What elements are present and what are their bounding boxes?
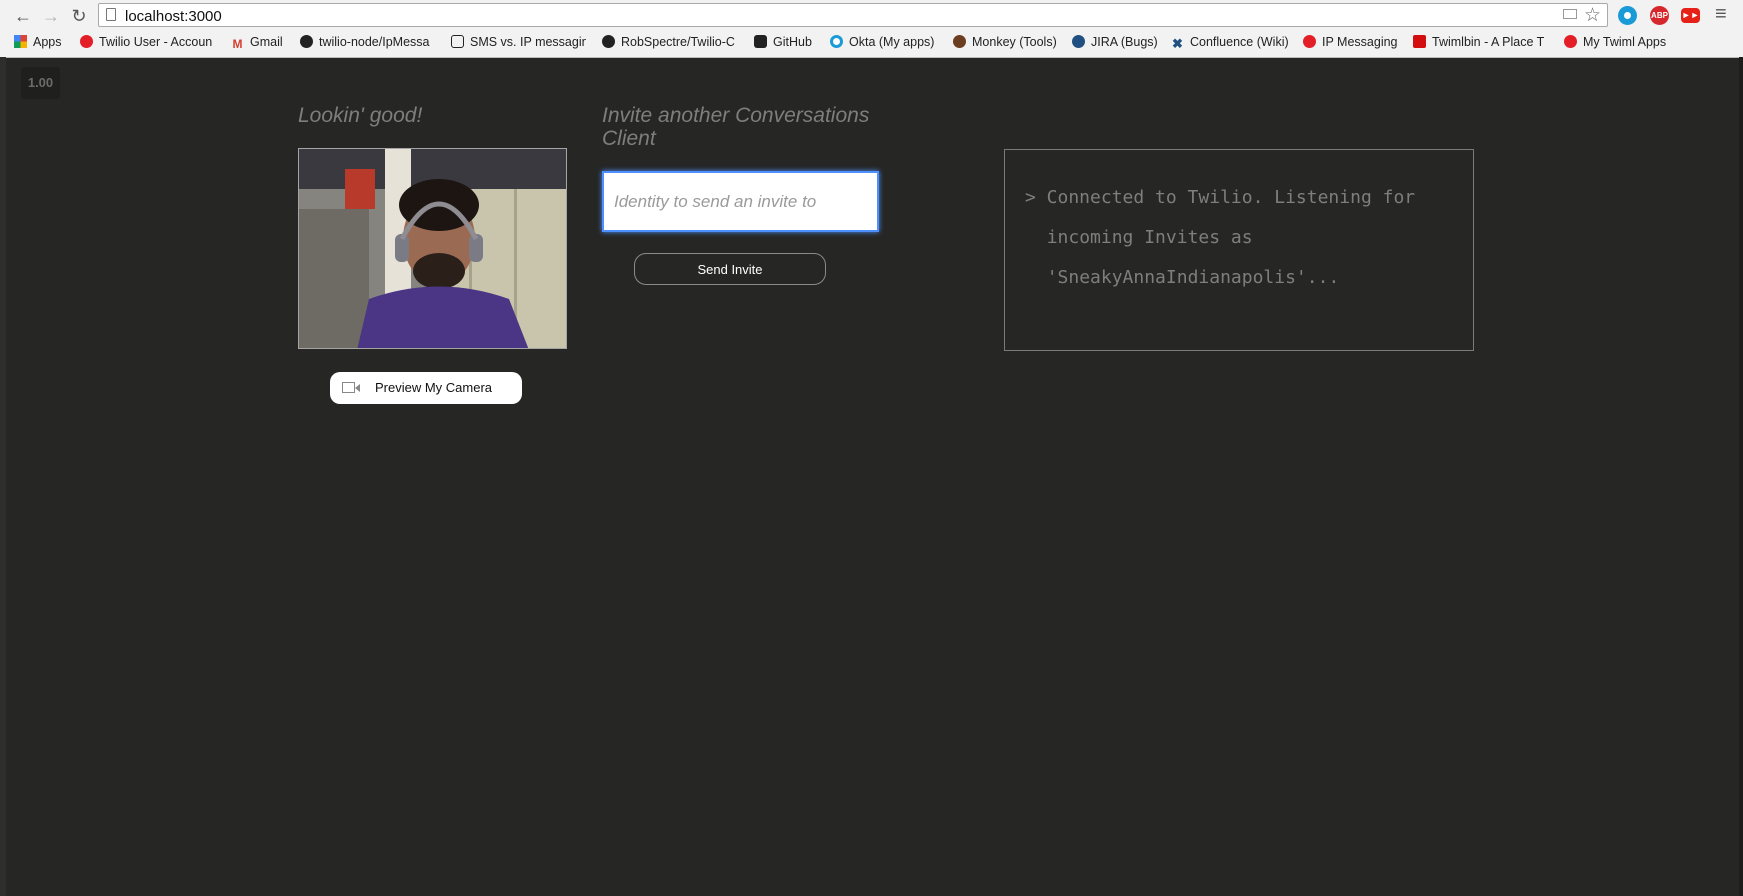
- twimlbin-icon: [1413, 35, 1426, 48]
- bookmark-star-icon[interactable]: ☆: [1584, 4, 1601, 27]
- video-camera-icon: [342, 382, 360, 393]
- page-icon: [451, 35, 464, 48]
- adblock-plus-icon[interactable]: ABP: [1650, 6, 1669, 25]
- forward-arrow-icon[interactable]: →: [40, 5, 62, 27]
- send-invite-button[interactable]: Send Invite: [634, 253, 826, 285]
- confluence-icon: ✖: [1172, 36, 1183, 51]
- local-video-preview: [298, 148, 567, 349]
- back-arrow-icon[interactable]: ←: [12, 5, 34, 27]
- preview-camera-label: Preview My Camera: [375, 380, 493, 395]
- page-icon: [106, 8, 116, 21]
- bookmark-item[interactable]: ✖ Confluence (Wiki): [1171, 35, 1291, 53]
- github-icon: [754, 35, 767, 48]
- webcam-image: [299, 149, 566, 348]
- preview-camera-button[interactable]: Preview My Camera: [330, 372, 522, 404]
- bookmark-item[interactable]: RobSpectre/Twilio-C: [602, 35, 737, 53]
- twilio-icon: [1564, 35, 1577, 48]
- url-text: localhost:3000: [125, 8, 222, 25]
- apps-grid-icon: [14, 35, 27, 48]
- log-panel: > Connected to Twilio. Listening for inc…: [1004, 149, 1474, 351]
- bookmark-item[interactable]: Twilio User - Accoun: [80, 35, 215, 53]
- bookmark-item[interactable]: Apps: [14, 35, 69, 53]
- okta-icon: [830, 35, 843, 48]
- bookmark-item[interactable]: My Twiml Apps: [1564, 35, 1674, 53]
- youtube-extension-icon[interactable]: ►►: [1681, 8, 1700, 23]
- bookmark-item[interactable]: SMS vs. IP messagin: [451, 35, 586, 53]
- page-scrollbar[interactable]: [1739, 57, 1743, 896]
- twilio-icon: [80, 35, 93, 48]
- twilio-icon: [1303, 35, 1316, 48]
- page-left-edge: [0, 57, 6, 896]
- invite-heading: Invite another Conversations Client: [602, 104, 870, 150]
- extension-circle-icon[interactable]: [1618, 6, 1637, 25]
- bookmark-item[interactable]: Okta (My apps): [830, 35, 940, 53]
- reload-icon[interactable]: ↻: [68, 5, 90, 27]
- github-icon: [300, 35, 313, 48]
- identity-input[interactable]: [602, 171, 879, 232]
- bookmark-item[interactable]: IP Messaging: [1303, 35, 1403, 53]
- gmail-icon: M: [232, 37, 243, 51]
- bookmark-item[interactable]: M Gmail: [231, 35, 291, 53]
- bookmark-item[interactable]: GitHub: [754, 35, 824, 53]
- browser-toolbar: ← → ↻ localhost:3000 ☆ ABP ►► ≡: [0, 0, 1743, 30]
- local-media-heading: Lookin' good!: [298, 104, 423, 127]
- bookmark-item[interactable]: Monkey (Tools): [953, 35, 1058, 53]
- bookmark-item[interactable]: twilio-node/IpMessa: [300, 35, 436, 53]
- monkey-icon: [953, 35, 966, 48]
- zoom-badge: 1.00: [21, 67, 60, 99]
- jira-icon: [1072, 35, 1085, 48]
- browser-menu-icon[interactable]: ≡: [1715, 3, 1727, 26]
- bookmark-item[interactable]: JIRA (Bugs): [1072, 35, 1157, 53]
- address-bar[interactable]: localhost:3000 ☆: [98, 3, 1608, 27]
- bookmark-item[interactable]: Twimlbin - A Place T: [1413, 35, 1548, 53]
- github-icon: [602, 35, 615, 48]
- camera-blocked-icon[interactable]: [1563, 9, 1577, 19]
- bookmarks-bar: Apps Twilio User - Accoun M Gmail twilio-…: [0, 31, 1743, 55]
- browser-chrome: ← → ↻ localhost:3000 ☆ ABP ►► ≡ Apps Twi…: [0, 0, 1743, 58]
- log-text: > Connected to Twilio. Listening for inc…: [1025, 187, 1416, 288]
